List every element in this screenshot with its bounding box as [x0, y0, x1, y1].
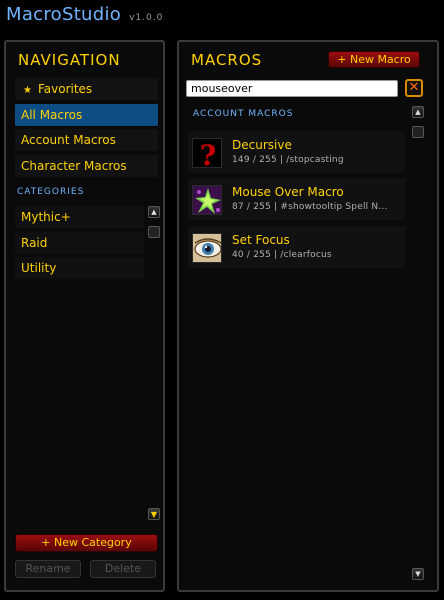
navigation-title: NAVIGATION — [18, 51, 121, 69]
macro-name: Decursive — [232, 138, 292, 152]
categories-scroll-down-button[interactable]: ▼ — [148, 508, 160, 520]
nav-item-all-macros[interactable]: All Macros — [15, 104, 158, 126]
macro-row-set-focus[interactable]: Set Focus 40 / 255 | /clearfocus — [188, 226, 405, 268]
app-title: MacroStudio — [6, 4, 122, 25]
macro-meta: 40 / 255 | /clearfocus — [232, 250, 332, 260]
arrow-down-icon: ▼ — [415, 570, 421, 578]
arrow-up-icon: ▲ — [415, 108, 421, 116]
nav-item-favorites[interactable]: ★ Favorites — [15, 78, 158, 100]
app-version: v1.0.0 — [129, 13, 164, 23]
nav-item-label: Favorites — [37, 82, 93, 96]
category-item-label: Raid — [21, 236, 48, 250]
arrow-up-icon: ▲ — [151, 208, 157, 216]
eye-icon — [192, 233, 222, 263]
delete-button[interactable]: Delete — [90, 560, 156, 578]
navigation-panel: NAVIGATION ★ Favorites All Macros Account… — [4, 40, 165, 592]
rename-button[interactable]: Rename — [15, 560, 81, 578]
macros-scrollbar-thumb[interactable] — [412, 126, 424, 138]
categories-scrollbar-thumb[interactable] — [148, 226, 160, 238]
categories-label: CATEGORIES — [17, 187, 85, 197]
category-item-utility[interactable]: Utility — [15, 257, 144, 279]
macros-panel: MACROS + New Macro ✕ ACCOUNT MACROS ▲ ▼ … — [177, 40, 439, 592]
nav-item-label: Character Macros — [21, 159, 127, 173]
category-item-mythic-plus[interactable]: Mythic+ — [15, 206, 144, 228]
new-category-button[interactable]: + New Category — [15, 534, 158, 552]
macros-scroll-up-button[interactable]: ▲ — [412, 106, 424, 118]
star-icon: ★ — [23, 85, 32, 96]
new-macro-button[interactable]: + New Macro — [328, 51, 420, 68]
macro-meta: 87 / 255 | #showtooltip Spell N... — [232, 202, 388, 212]
category-item-label: Mythic+ — [21, 210, 71, 224]
close-icon: ✕ — [408, 80, 420, 95]
arrow-down-icon: ▼ — [150, 509, 158, 519]
macro-name: Set Focus — [232, 233, 290, 247]
account-macros-label: ACCOUNT MACROS — [193, 109, 294, 119]
nav-item-label: All Macros — [21, 108, 83, 122]
macro-name: Mouse Over Macro — [232, 185, 344, 199]
app-title-bar: MacroStudio v1.0.0 — [6, 4, 163, 28]
question-mark-icon: ? — [192, 138, 222, 168]
macros-scroll-down-button[interactable]: ▼ — [412, 568, 424, 580]
category-item-label: Utility — [21, 261, 57, 275]
macro-row-decursive[interactable]: ? Decursive 149 / 255 | /stopcasting — [188, 131, 405, 173]
macros-title: MACROS — [191, 51, 263, 69]
macro-meta: 149 / 255 | /stopcasting — [232, 155, 344, 165]
nav-item-character-macros[interactable]: Character Macros — [15, 155, 158, 177]
nature-spell-icon — [192, 185, 222, 215]
clear-search-button[interactable]: ✕ — [405, 79, 423, 97]
categories-scroll-up-button[interactable]: ▲ — [148, 206, 160, 218]
search-input[interactable] — [186, 80, 398, 97]
macro-row-mouse-over-macro[interactable]: Mouse Over Macro 87 / 255 | #showtooltip… — [188, 178, 405, 220]
nav-item-label: Account Macros — [21, 133, 116, 147]
category-item-raid[interactable]: Raid — [15, 232, 144, 254]
svg-text:?: ? — [200, 139, 216, 168]
nav-item-account-macros[interactable]: Account Macros — [15, 129, 158, 151]
